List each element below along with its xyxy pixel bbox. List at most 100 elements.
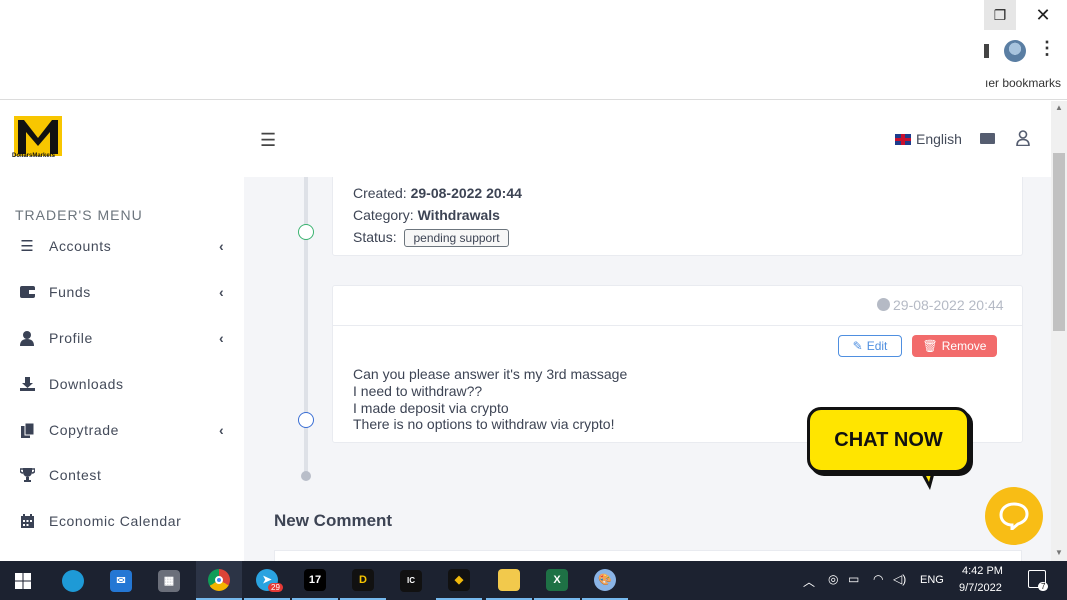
notification-count: 7: [1038, 582, 1049, 591]
user-account-icon[interactable]: [1016, 130, 1030, 146]
sidebar-item-profile[interactable]: Profile ‹: [0, 318, 244, 358]
comment-header: 29-08-2022 20:44: [333, 286, 1022, 326]
taskbar-paint[interactable]: 🎨: [582, 561, 628, 600]
language-selector[interactable]: English: [916, 131, 962, 147]
scroll-up-arrow-icon[interactable]: ▲: [1055, 103, 1063, 112]
created-label: Created:: [353, 185, 407, 201]
sidebar-item-copytrade[interactable]: Copytrade ‹: [0, 410, 244, 450]
category-value: Withdrawals: [417, 207, 500, 223]
mail-app-icon: ✉: [110, 569, 132, 592]
taskbar-edge[interactable]: [50, 561, 96, 600]
remove-button[interactable]: 🗑 Remove: [912, 335, 997, 357]
taskbar-calculator[interactable]: ▦: [146, 561, 192, 600]
close-icon[interactable]: ✕: [1028, 2, 1058, 28]
sidebar-item-label: Profile: [49, 330, 93, 346]
wallet-icon: [19, 284, 35, 300]
remove-label: Remove: [941, 339, 987, 353]
comment-line: Can you please answer it's my 3rd massag…: [353, 366, 628, 382]
timeline-dot: [301, 471, 311, 481]
taskbar-mail[interactable]: ✉: [98, 561, 144, 600]
sidebar-item-contest[interactable]: Contest: [0, 455, 244, 495]
category-line: Category: Withdrawals: [353, 207, 500, 223]
category-label: Category:: [353, 207, 414, 223]
edit-label: Edit: [866, 339, 888, 353]
wifi-icon[interactable]: ◠: [873, 572, 883, 586]
timeline-line: [304, 177, 308, 475]
status-badge: pending support: [404, 229, 509, 247]
sidebar-item-label: Economic Calendar: [49, 513, 182, 529]
edit-button[interactable]: ✎ Edit: [838, 335, 902, 357]
clock-icon: [877, 298, 890, 311]
sidebar-item-accounts[interactable]: ☰ Accounts ‹: [0, 226, 244, 266]
sidebar-item-label: Contest: [49, 467, 102, 483]
restore-icon[interactable]: ❐: [984, 0, 1016, 30]
taskbar-telegram[interactable]: ➤ 29: [244, 561, 290, 600]
taskbar-excel[interactable]: X: [534, 561, 580, 600]
battery-icon[interactable]: ▭: [848, 572, 859, 586]
telegram-badge: 29: [268, 583, 283, 592]
trophy-icon: [19, 467, 35, 483]
browser-chrome: ❐ ✕ ⋮ ıer bookmarks: [0, 0, 1067, 100]
ticket-info-card: Created: 29-08-2022 20:44 Category: With…: [332, 177, 1023, 256]
paint-icon: 🎨: [594, 568, 616, 591]
start-button[interactable]: [0, 561, 46, 600]
taskbar-file-explorer[interactable]: [486, 561, 532, 600]
trash-icon: 🗑: [922, 339, 938, 353]
top-header: ☰ English: [244, 101, 1051, 177]
taskbar-tradingview[interactable]: 17: [292, 561, 338, 600]
new-comment-input[interactable]: [274, 550, 1022, 561]
taskbar-dollarsmarkets[interactable]: D: [340, 561, 386, 600]
clock-date[interactable]: 9/7/2022: [959, 582, 1002, 594]
copy-icon: [19, 422, 35, 438]
user-icon: [19, 330, 35, 346]
volume-icon[interactable]: ◁): [893, 572, 906, 586]
sidebar-item-label: Copytrade: [49, 422, 119, 438]
hamburger-menu-icon[interactable]: ☰: [260, 130, 276, 151]
comment-line: There is no options to withdraw via cryp…: [353, 416, 615, 432]
other-bookmarks[interactable]: ıer bookmarks: [985, 76, 1061, 90]
taskbar-icmarkets[interactable]: IC: [388, 561, 434, 600]
windows-taskbar: ✉ ▦ ➤ 29 17 D IC ◆ X 🎨 ︿ ◎ ▭ ◠ ◁) ENG 4:…: [0, 561, 1067, 600]
icmarkets-icon: IC: [400, 569, 422, 592]
chevron-left-icon: ‹: [219, 330, 224, 346]
calculator-icon: ▦: [158, 569, 180, 592]
windows-logo-icon: [15, 572, 31, 589]
chevron-left-icon: ‹: [219, 238, 224, 254]
sidebar: DollarsMarkets TRADER'S MENU ☰ Accounts …: [0, 101, 244, 561]
calendar-icon: [19, 513, 35, 529]
envelope-icon[interactable]: [980, 133, 995, 144]
comment-date: 29-08-2022 20:44: [893, 297, 1004, 313]
sidebar-item-label: Downloads: [49, 376, 124, 392]
ticket-timeline: Created: 29-08-2022 20:44 Category: With…: [244, 177, 1051, 561]
uk-flag-icon[interactable]: [895, 134, 911, 145]
tray-chevron-up-icon[interactable]: ︿: [803, 573, 815, 590]
sidebar-item-economic-calendar[interactable]: Economic Calendar: [0, 501, 244, 541]
edge-icon: [62, 569, 84, 592]
menu-title: TRADER'S MENU: [15, 207, 143, 223]
folder-icon: [498, 568, 520, 591]
taskbar-chrome[interactable]: [196, 561, 242, 600]
dollarsmarkets-app-icon: D: [352, 568, 374, 591]
clock-time[interactable]: 4:42 PM: [962, 565, 1003, 577]
chat-icon: [999, 502, 1029, 530]
binance-icon: ◆: [448, 568, 470, 591]
scrollbar-thumb[interactable]: [1053, 153, 1065, 331]
meet-icon[interactable]: ◎: [828, 572, 838, 586]
excel-icon: X: [546, 568, 568, 591]
chat-now-bubble[interactable]: CHAT NOW: [807, 407, 970, 473]
timeline-dot: [298, 224, 314, 240]
more-menu-icon[interactable]: ⋮: [1038, 38, 1056, 59]
sidebar-item-downloads[interactable]: Downloads: [0, 364, 244, 404]
sidebar-item-funds[interactable]: Funds ‹: [0, 272, 244, 312]
page-scrollbar[interactable]: ▲ ▼: [1051, 101, 1067, 561]
taskbar-binance[interactable]: ◆: [436, 561, 482, 600]
logo-text: DollarsMarkets: [12, 153, 56, 159]
chevron-left-icon: ‹: [219, 284, 224, 300]
edit-icon: ✎: [852, 339, 863, 353]
chat-launcher-button[interactable]: [985, 487, 1043, 545]
scroll-down-arrow-icon[interactable]: ▼: [1055, 548, 1063, 557]
profile-avatar[interactable]: [1004, 40, 1026, 62]
extension-icon[interactable]: [984, 44, 989, 58]
chevron-left-icon: ‹: [219, 422, 224, 438]
input-language[interactable]: ENG: [920, 574, 944, 586]
